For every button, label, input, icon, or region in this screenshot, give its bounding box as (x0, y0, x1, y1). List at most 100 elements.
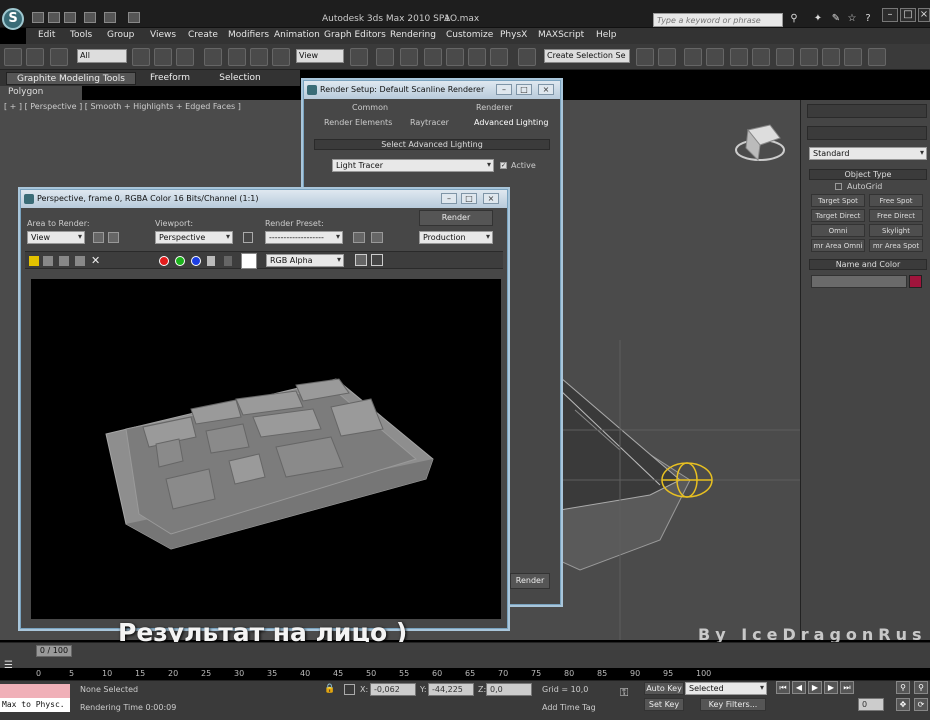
script-output[interactable]: Max to Physc. (0, 698, 70, 712)
rectangular-selection-icon[interactable] (176, 48, 194, 66)
zoom-all-icon[interactable]: ⚲ (914, 681, 928, 694)
selection-lock-icon[interactable]: 🔒 (324, 684, 335, 694)
render-setup-shortcut-icon[interactable] (353, 232, 365, 243)
select-object-icon[interactable] (132, 48, 150, 66)
menu-animation[interactable]: Animation (274, 30, 320, 40)
tab-selection[interactable]: Selection (210, 72, 270, 85)
object-name-field[interactable] (811, 275, 907, 288)
save-file-icon[interactable] (64, 12, 76, 23)
tab-freeform[interactable]: Freeform (140, 72, 200, 85)
menu-group[interactable]: Group (107, 30, 134, 40)
zoom-icon[interactable]: ⚲ (896, 681, 910, 694)
render-button[interactable]: Render (419, 210, 493, 226)
keyboard-shortcut-icon[interactable] (400, 48, 418, 66)
autogrid-checkbox[interactable] (835, 183, 842, 190)
auto-key-button[interactable]: Auto Key (644, 682, 684, 695)
render-setup-icon[interactable] (800, 48, 818, 66)
environment-effects-icon[interactable] (371, 232, 383, 243)
new-file-icon[interactable] (32, 12, 44, 23)
panel-tabs[interactable] (807, 104, 927, 118)
tab-render-elements[interactable]: Render Elements (324, 118, 392, 127)
tools-icon[interactable]: ✎ (830, 13, 842, 25)
free-direct-button[interactable]: Free Direct (869, 209, 923, 222)
tab-raytracer[interactable]: Raytracer (410, 118, 449, 127)
auto-region-icon[interactable] (108, 232, 119, 243)
align-icon[interactable] (658, 48, 676, 66)
close-icon[interactable]: × (918, 8, 930, 22)
clone-window-icon[interactable] (59, 256, 69, 266)
tab-advanced-lighting[interactable]: Advanced Lighting (474, 118, 548, 127)
current-frame-field[interactable]: 0 (858, 698, 884, 711)
display-channel-dropdown[interactable]: RGB Alpha (266, 254, 344, 267)
unlink-icon[interactable] (26, 48, 44, 66)
color-swatch[interactable] (241, 253, 257, 269)
toggle-ui-overlay-icon[interactable] (371, 254, 383, 266)
clear-icon[interactable]: ✕ (91, 254, 100, 267)
save-image-icon[interactable] (29, 256, 39, 266)
select-move-icon[interactable] (228, 48, 246, 66)
go-to-end-icon[interactable]: ⏭ (840, 681, 854, 694)
render-setup-render-button[interactable]: Render (510, 573, 550, 589)
key-mode-dropdown[interactable]: Selected (685, 682, 767, 695)
curve-editor-icon[interactable] (730, 48, 748, 66)
snaps-toggle-icon[interactable] (424, 48, 442, 66)
selection-filter-dropdown[interactable]: All (77, 49, 127, 63)
maxscript-listener-mini[interactable] (0, 684, 70, 698)
area-to-render-dropdown[interactable]: View (27, 231, 85, 244)
app-logo-icon[interactable]: S (2, 8, 24, 30)
advanced-lighting-dropdown[interactable]: Light Tracer (332, 159, 494, 172)
select-rotate-icon[interactable] (250, 48, 268, 66)
window-crossing-icon[interactable] (204, 48, 222, 66)
menu-edit[interactable]: Edit (38, 30, 55, 40)
open-file-icon[interactable] (48, 12, 60, 23)
binoculars-icon[interactable]: ⚲ (788, 13, 800, 25)
render-preset-dropdown[interactable]: ------------------- (265, 231, 343, 244)
trackbar-toggle-icon[interactable]: ☰ (4, 660, 13, 671)
render-teapot-icon[interactable] (868, 48, 886, 66)
percent-snap-icon[interactable] (468, 48, 486, 66)
blue-channel-icon[interactable] (191, 256, 201, 266)
select-manipulate-icon[interactable] (376, 48, 394, 66)
maximize-icon[interactable]: □ (900, 8, 916, 22)
z-coordinate-field[interactable]: 0,0 (486, 683, 532, 696)
previous-frame-icon[interactable]: ◀ (792, 681, 806, 694)
mirror-icon[interactable] (636, 48, 654, 66)
viewport-dropdown[interactable]: Perspective (155, 231, 233, 244)
time-slider-thumb[interactable]: 0 / 100 (36, 645, 72, 657)
create-category-icons[interactable] (807, 126, 927, 140)
menu-views[interactable]: Views (150, 30, 176, 40)
absolute-mode-icon[interactable] (344, 684, 355, 695)
favorites-icon[interactable]: ☆ (846, 13, 858, 25)
active-checkbox[interactable]: ✓ (500, 162, 507, 169)
tab-renderer[interactable]: Renderer (476, 103, 513, 112)
menu-physx[interactable]: PhysX (500, 30, 527, 40)
menu-rendering[interactable]: Rendering (390, 30, 436, 40)
graphite-toggle-icon[interactable] (706, 48, 724, 66)
key-filters-button[interactable]: Key Filters... (700, 698, 766, 711)
time-slider-track[interactable] (0, 642, 930, 668)
search-input[interactable] (653, 13, 783, 27)
viewport-label[interactable]: [ + ] [ Perspective ] [ Smooth + Highlig… (4, 102, 241, 111)
frame-maximize-icon[interactable]: □ (461, 193, 477, 204)
project-folder-icon[interactable] (128, 12, 140, 23)
tab-common[interactable]: Common (352, 103, 388, 112)
menu-tools[interactable]: Tools (70, 30, 92, 40)
help-icon[interactable]: ? (862, 13, 874, 25)
rendered-frame-window-icon[interactable] (822, 48, 840, 66)
object-category-dropdown[interactable]: Standard (809, 147, 927, 160)
skylight-button[interactable]: Skylight (869, 224, 923, 237)
target-spot-button[interactable]: Target Spot (811, 194, 865, 207)
render-setup-close-icon[interactable]: × (538, 84, 554, 95)
angle-snap-icon[interactable] (446, 48, 464, 66)
undo-icon[interactable] (84, 12, 96, 23)
minimize-icon[interactable]: – (882, 8, 898, 22)
render-setup-minimize-icon[interactable]: – (496, 84, 512, 95)
object-color-swatch[interactable] (909, 275, 922, 288)
select-by-name-icon[interactable] (154, 48, 172, 66)
key-icon[interactable]: ⚿ (620, 686, 628, 700)
menu-maxscript[interactable]: MAXScript (538, 30, 584, 40)
red-channel-icon[interactable] (159, 256, 169, 266)
pivot-center-icon[interactable] (350, 48, 368, 66)
edit-region-icon[interactable] (93, 232, 104, 243)
material-editor-icon[interactable] (776, 48, 794, 66)
